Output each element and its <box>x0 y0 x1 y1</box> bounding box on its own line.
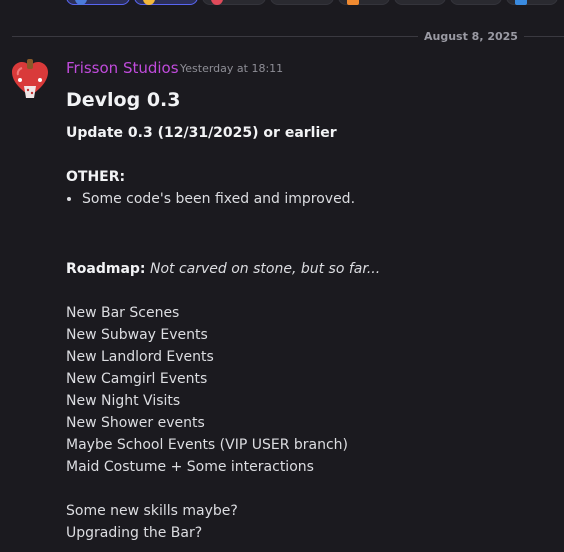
divider-date: August 8, 2025 <box>418 29 524 45</box>
chat-view: August 8, 2025 Frisson Studios Yesterday… <box>0 0 564 552</box>
message-content: Devlog 0.3 Update 0.3 (12/31/2025) or ea… <box>66 88 546 544</box>
orange-emoji-icon <box>347 0 359 5</box>
other-list: Some code's been fixed and improved. <box>66 188 546 210</box>
extra-line: Some new skills maybe? <box>66 503 238 519</box>
reaction-button[interactable] <box>506 0 558 5</box>
heart-mascot-avatar[interactable] <box>10 58 50 100</box>
reaction-button[interactable] <box>66 0 130 5</box>
extra-line: Upgrading the Bar? <box>66 525 203 541</box>
message-subtitle: Update 0.3 (12/31/2025) or earlier <box>66 125 337 141</box>
roadmap-line: Roadmap: Not carved on stone, but so far… <box>66 258 546 280</box>
author-name[interactable]: Frisson Studios <box>66 58 179 78</box>
roadmap-item: Maid Costume + Some interactions <box>66 459 314 475</box>
red-emoji-icon <box>211 0 223 5</box>
roadmap-item: Maybe School Events (VIP USER branch) <box>66 437 349 453</box>
other-heading: OTHER: <box>66 169 126 185</box>
message-title: Devlog 0.3 <box>66 89 181 111</box>
reaction-button[interactable] <box>338 0 390 5</box>
roadmap-item: New Camgirl Events <box>66 371 208 387</box>
roadmap-label: Roadmap: <box>66 261 146 277</box>
blue-emoji-icon <box>75 0 87 5</box>
roadmap-item: New Shower events <box>66 415 205 431</box>
roadmap-item: New Landlord Events <box>66 349 214 365</box>
reaction-button[interactable] <box>134 0 198 5</box>
smile-emoji-icon <box>143 0 155 5</box>
list-item: Some code's been fixed and improved. <box>82 188 546 210</box>
roadmap-item: New Night Visits <box>66 393 181 409</box>
reaction-button[interactable] <box>450 0 502 5</box>
reaction-button[interactable] <box>270 0 334 5</box>
roadmap-note: Not carved on stone, but so far... <box>149 261 381 277</box>
roadmap-item: New Bar Scenes <box>66 305 180 321</box>
roadmap-item: New Subway Events <box>66 327 208 343</box>
message-timestamp[interactable]: Yesterday at 18:11 <box>180 62 283 76</box>
reaction-button[interactable] <box>202 0 266 5</box>
blue-square-emoji-icon <box>515 0 527 5</box>
reaction-button[interactable] <box>394 0 446 5</box>
